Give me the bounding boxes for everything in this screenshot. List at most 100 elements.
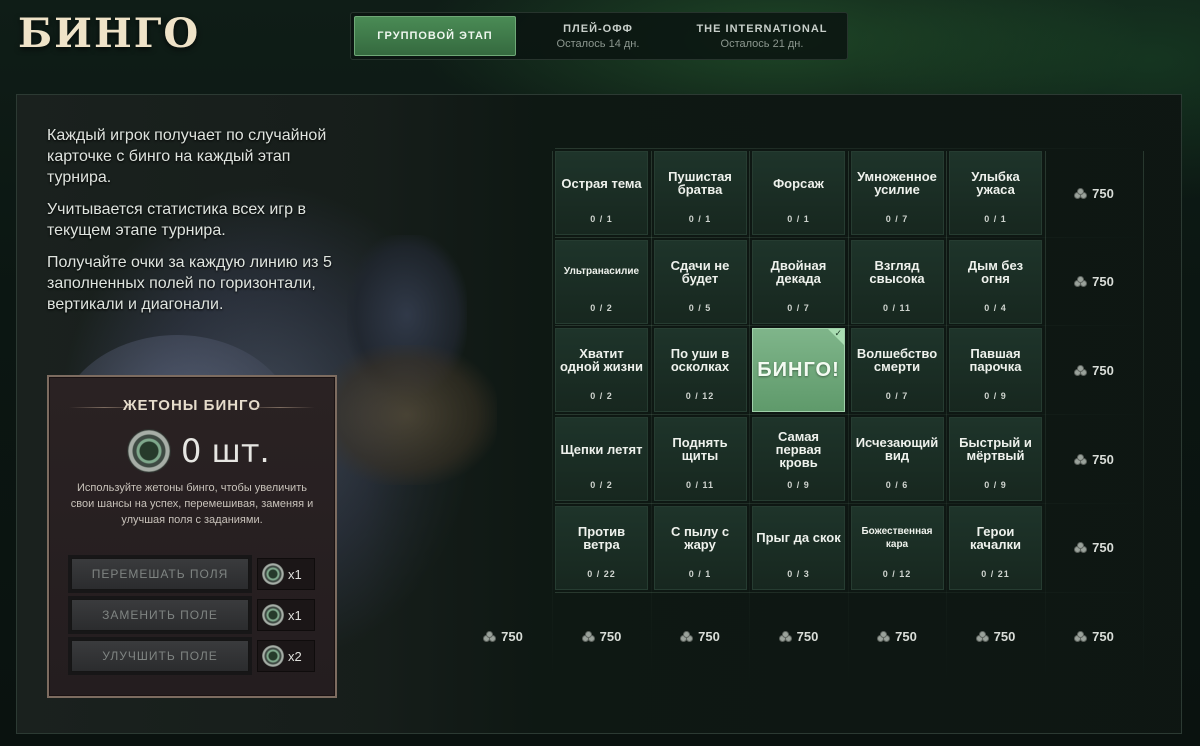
cell-title: Дым без огня (967, 257, 1024, 286)
reward-value: 750 (599, 629, 622, 644)
hero-artwork (317, 345, 497, 485)
column-reward: 750 (555, 595, 648, 679)
cell-title: Улыбка ужаса (971, 169, 1020, 197)
row-reward: 750 (1048, 328, 1141, 412)
upgrade-field-button[interactable]: УЛУЧШИТЬ ПОЛЕ (71, 640, 249, 672)
column-reward: 750 (752, 595, 845, 679)
bingo-cell[interactable]: Быстрый и мёртвый 0 / 9 (949, 417, 1042, 502)
divider (245, 407, 315, 408)
tab-group-stage[interactable]: ГРУППОВОЙ ЭТАП (354, 16, 516, 56)
bingo-cell[interactable]: Исчезающий вид 0 / 6 (850, 417, 944, 502)
reward-value: 750 (993, 629, 1016, 644)
reward-value: 750 (1092, 540, 1114, 556)
bingo-cell[interactable]: Форсаж 0 / 1 (752, 151, 845, 235)
bingo-cell[interactable]: Против ветра 0 / 22 (555, 505, 648, 590)
coin-stack-icon (1074, 364, 1088, 376)
bingo-cell[interactable]: Сдачи не будет 0 / 5 (653, 239, 747, 324)
cell-title: Двойная декада (770, 257, 827, 286)
cost-multiplier: x1 (288, 607, 302, 623)
cell-title: Быстрый и мёртвый (959, 435, 1032, 464)
reward-value: 750 (895, 629, 917, 644)
bingo-cell[interactable]: Щепки летят 0 / 2 (555, 417, 648, 502)
action-row: ЗАМЕНИТЬ ПОЛЕ x1 (71, 598, 315, 632)
coin-stack-icon (1074, 187, 1088, 199)
cell-progress: 0 / 2 (590, 480, 613, 491)
rules-description: Каждый игрок получает по случайной карто… (47, 125, 347, 326)
coin-stack-icon (1074, 631, 1088, 642)
bingo-tokens-panel: ЖЕТОНЫ БИНГО 0 шт. Используйте жетоны би… (47, 375, 337, 698)
bingo-cell[interactable]: Божественная кара 0 / 12 (850, 505, 944, 590)
bingo-cell[interactable]: Герои качалки 0 / 21 (949, 505, 1042, 590)
cell-title: Павшая парочка (969, 346, 1022, 375)
bingo-cell[interactable]: Самая первая кровь 0 / 9 (752, 417, 845, 502)
cell-title: Волшебство смерти (856, 346, 938, 375)
tab-the-international[interactable]: THE INTERNATIONAL Осталось 21 дн. (680, 16, 844, 56)
reward-value: 750 (1092, 362, 1114, 378)
column-reward: 750 (851, 595, 944, 679)
stage-tabs: ГРУППОВОЙ ЭТАП ПЛЕЙ-ОФФ Осталось 14 дн. … (350, 12, 848, 60)
coin-stack-icon (581, 631, 596, 642)
cell-title: Хватит одной жизни (560, 346, 643, 375)
cell-title: Ультранасилие (563, 266, 640, 278)
cell-title: Поднять щиты (672, 435, 728, 464)
bingo-token-icon (262, 645, 284, 667)
bingo-cell[interactable]: Дым без огня 0 / 4 (949, 239, 1042, 324)
reward-value: 750 (1092, 185, 1114, 201)
completed-cell[interactable]: БИНГО! ✓ (752, 328, 845, 413)
reward-value: 750 (501, 629, 523, 644)
bingo-cell[interactable]: Павшая парочка 0 / 9 (949, 328, 1042, 413)
bingo-cell[interactable]: Волшебство смерти 0 / 7 (850, 328, 944, 413)
bingo-cell[interactable]: Острая тема 0 / 1 (555, 151, 648, 235)
cell-progress: 0 / 4 (984, 302, 1007, 313)
grid-line (847, 151, 849, 684)
grid-line (555, 236, 1146, 238)
token-count: 0 шт. (181, 432, 270, 470)
rules-paragraph: Каждый игрок получает по случайной карто… (47, 127, 327, 186)
cell-title: Прыг да скок (756, 530, 841, 546)
grid-line (555, 502, 1146, 504)
cell-progress: 0 / 12 (685, 391, 715, 402)
checkmark-icon: ✓ (834, 328, 842, 339)
tab-label: THE INTERNATIONAL (696, 22, 828, 35)
cell-progress: 0 / 7 (885, 391, 909, 402)
cell-progress: 0 / 11 (685, 480, 715, 491)
tab-playoffs[interactable]: ПЛЕЙ-ОФФ Осталось 14 дн. (516, 16, 680, 56)
coin-stack-icon (975, 631, 990, 642)
cell-progress: 0 / 1 (590, 214, 613, 224)
reward-value: 750 (698, 629, 720, 644)
replace-field-button[interactable]: ЗАМЕНИТЬ ПОЛЕ (71, 599, 249, 631)
cell-progress: 0 / 12 (882, 568, 912, 579)
cell-progress: 0 / 7 (885, 214, 909, 224)
coin-stack-icon (778, 631, 793, 642)
coin-stack-icon (1074, 453, 1088, 465)
bingo-cell[interactable]: Умноженное усилие 0 / 7 (850, 151, 944, 235)
cell-progress: 0 / 9 (787, 480, 810, 491)
bingo-cell[interactable]: Прыг да скок 0 / 3 (752, 505, 845, 590)
bingo-cell[interactable]: Улыбка ужаса 0 / 1 (949, 151, 1042, 235)
bingo-cell[interactable]: По уши в осколках 0 / 12 (653, 328, 747, 413)
reward-value: 750 (1092, 451, 1114, 467)
grid-line (650, 151, 652, 684)
bingo-cell[interactable]: Хватит одной жизни 0 / 2 (555, 328, 648, 413)
cell-progress: 0 / 11 (882, 302, 912, 313)
grid-line (555, 148, 1146, 149)
bingo-cell[interactable]: Поднять щиты 0 / 11 (653, 417, 747, 502)
column-reward: 750 (457, 595, 550, 679)
tab-label: ГРУППОВОЙ ЭТАП (377, 30, 493, 42)
cell-title: Сдачи не будет (670, 257, 730, 286)
tokens-description: Используйте жетоны бинго, чтобы увеличит… (70, 482, 314, 526)
cell-title: Умноженное усилие (857, 169, 937, 197)
row-reward: 750 (1048, 240, 1141, 324)
cell-progress: 0 / 3 (787, 568, 810, 579)
cell-progress: 0 / 6 (885, 480, 909, 491)
bingo-cell[interactable]: Двойная декада 0 / 7 (752, 239, 845, 324)
cell-title: Исчезающий вид (855, 435, 939, 464)
shuffle-fields-button[interactable]: ПЕРЕМЕШАТЬ ПОЛЯ (71, 558, 249, 590)
cell-title: Божественная кара (861, 525, 933, 550)
bingo-cell[interactable]: Пушистая братва 0 / 1 (653, 151, 747, 235)
bingo-cell[interactable]: Взгляд свысока 0 / 11 (850, 239, 944, 324)
cell-progress: 0 / 22 (587, 568, 616, 579)
bingo-cell[interactable]: Ультранасилие 0 / 2 (555, 239, 648, 324)
cell-progress: 0 / 9 (984, 480, 1007, 491)
bingo-cell[interactable]: С пылу с жару 0 / 1 (653, 505, 747, 590)
